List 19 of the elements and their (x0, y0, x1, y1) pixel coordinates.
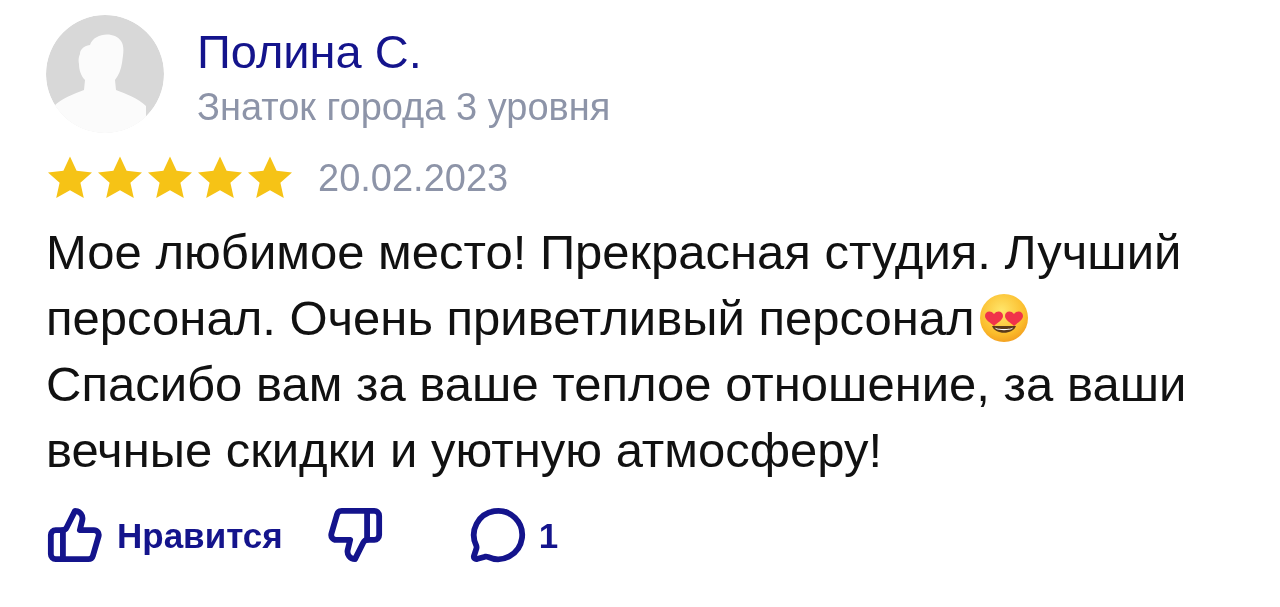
review-text-line: Мое любимое место! Прекрасная студия. Лучший (46, 224, 1182, 281)
star-icon (96, 155, 144, 201)
speech-bubble-icon (468, 506, 527, 564)
star-icon (246, 155, 294, 201)
star-icon (196, 155, 244, 201)
like-button[interactable]: Нравится (46, 506, 283, 564)
thumbs-down-icon (325, 506, 384, 564)
review-text-line: персонал. Очень приветливый персонал (46, 290, 975, 347)
dislike-button[interactable] (325, 506, 384, 564)
avatar-silhouette-icon (46, 15, 164, 133)
review-date: 20.02.2023 (318, 157, 509, 199)
heart-eyes-emoji-icon (978, 293, 1029, 343)
review-text: Спасибо вам за ваше теплое отношение, за ваши вечные скидки и уютную атмосферу! (46, 356, 1188, 479)
star-icon (46, 155, 94, 201)
star-icon (146, 155, 194, 201)
author-name[interactable]: Полина С. (197, 28, 611, 76)
thumbs-up-icon (46, 506, 104, 564)
comments-button[interactable]: 1 (468, 506, 559, 564)
author-level: Знаток города 3 уровня (197, 86, 611, 128)
